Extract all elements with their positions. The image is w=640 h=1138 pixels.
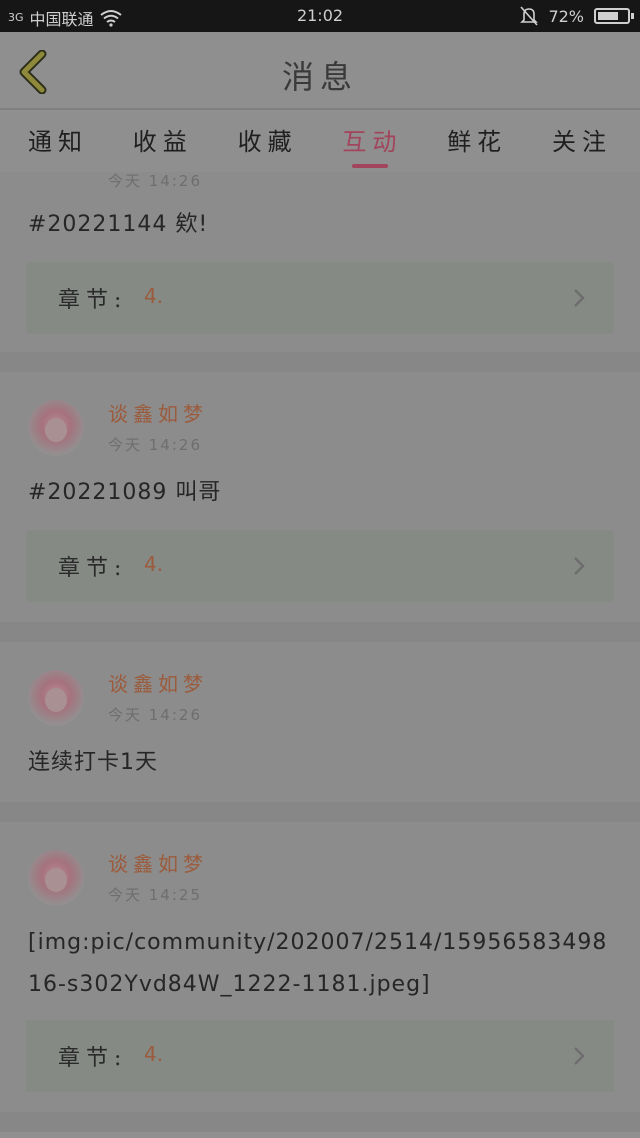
battery-fill bbox=[598, 12, 619, 20]
chapter-value: 4. bbox=[144, 1042, 164, 1066]
post-author[interactable]: 谈鑫如梦 bbox=[108, 668, 208, 697]
tab-earnings[interactable]: 收益 bbox=[131, 112, 195, 172]
mute-bell-icon bbox=[520, 6, 539, 26]
post-author[interactable]: 谈鑫如梦 bbox=[108, 398, 208, 427]
tab-bar: 通知 收益 收藏 互动 鲜花 关注 bbox=[0, 112, 640, 172]
avatar-face bbox=[45, 868, 67, 892]
tab-label: 鲜花 bbox=[447, 128, 508, 156]
avatar[interactable] bbox=[28, 400, 84, 456]
post-time: 今天 14:26 bbox=[108, 706, 202, 724]
tab-label: 互动 bbox=[342, 128, 403, 156]
post-content: #20221144 欸! bbox=[28, 212, 209, 237]
post-content: #20221089 叫哥 bbox=[28, 480, 222, 505]
chapter-value: 4. bbox=[144, 284, 164, 308]
tab-label: 通知 bbox=[28, 128, 88, 156]
post-card: 今天 14:26 #20221144 欸! 章节: 4. bbox=[0, 172, 640, 352]
active-tab-indicator bbox=[352, 164, 389, 168]
chapter-value: 4. bbox=[144, 552, 164, 576]
page-title: 消息 bbox=[281, 58, 358, 96]
chapter-link[interactable]: 章节: 4. bbox=[26, 262, 614, 334]
post-content: 连续打卡1天 bbox=[28, 750, 158, 775]
tab-label: 关注 bbox=[551, 128, 612, 156]
header: 消息 bbox=[0, 32, 640, 110]
chapter-label: 章节: bbox=[58, 556, 128, 581]
avatar-face bbox=[45, 688, 67, 712]
chapter-link[interactable]: 章节: 4. bbox=[26, 1020, 614, 1092]
chapter-label: 章节: bbox=[58, 1046, 128, 1071]
divider bbox=[0, 802, 640, 822]
tab-notifications[interactable]: 通知 bbox=[26, 112, 90, 172]
tab-interactions[interactable]: 互动 bbox=[340, 112, 404, 172]
post-card: 谈鑫如梦 今天 14:26 连续打卡1天 bbox=[0, 642, 640, 802]
tab-label: 收益 bbox=[132, 128, 193, 156]
chevron-right-icon bbox=[574, 557, 585, 575]
divider bbox=[0, 622, 640, 642]
chevron-right-icon bbox=[574, 289, 585, 307]
status-bar: 3G 中国联通 21:02 72% bbox=[0, 0, 640, 32]
avatar-face bbox=[45, 418, 67, 442]
post-time: 今天 14:26 bbox=[108, 172, 202, 190]
status-right: 72% bbox=[520, 6, 634, 26]
post-author[interactable]: 谈鑫如梦 bbox=[108, 848, 208, 877]
battery-percent: 72% bbox=[548, 6, 584, 26]
message-feed[interactable]: 今天 14:26 #20221144 欸! 章节: 4. 谈鑫如梦 今天 14:… bbox=[0, 172, 640, 1138]
avatar[interactable] bbox=[28, 670, 84, 726]
chapter-link[interactable]: 章节: 4. bbox=[26, 530, 614, 602]
post-card: 谈鑫如梦 今天 14:26 #20221089 叫哥 章节: 4. bbox=[0, 372, 640, 622]
avatar[interactable] bbox=[28, 850, 84, 906]
chapter-label: 章节: bbox=[58, 288, 128, 313]
divider bbox=[0, 1112, 640, 1132]
tab-flowers[interactable]: 鲜花 bbox=[445, 112, 509, 172]
tab-favorites[interactable]: 收藏 bbox=[236, 112, 300, 172]
chevron-right-icon bbox=[574, 1047, 585, 1065]
tab-following[interactable]: 关注 bbox=[550, 112, 614, 172]
post-content: [img:pic/community/202007/2514/159565834… bbox=[28, 930, 608, 997]
post-time: 今天 14:26 bbox=[108, 436, 202, 454]
battery-icon bbox=[594, 8, 634, 24]
tab-label: 收藏 bbox=[237, 128, 298, 156]
post-card: 谈鑫如梦 今天 14:25 [img:pic/community/202007/… bbox=[0, 822, 640, 1112]
divider bbox=[0, 352, 640, 372]
post-time: 今天 14:25 bbox=[108, 886, 202, 904]
